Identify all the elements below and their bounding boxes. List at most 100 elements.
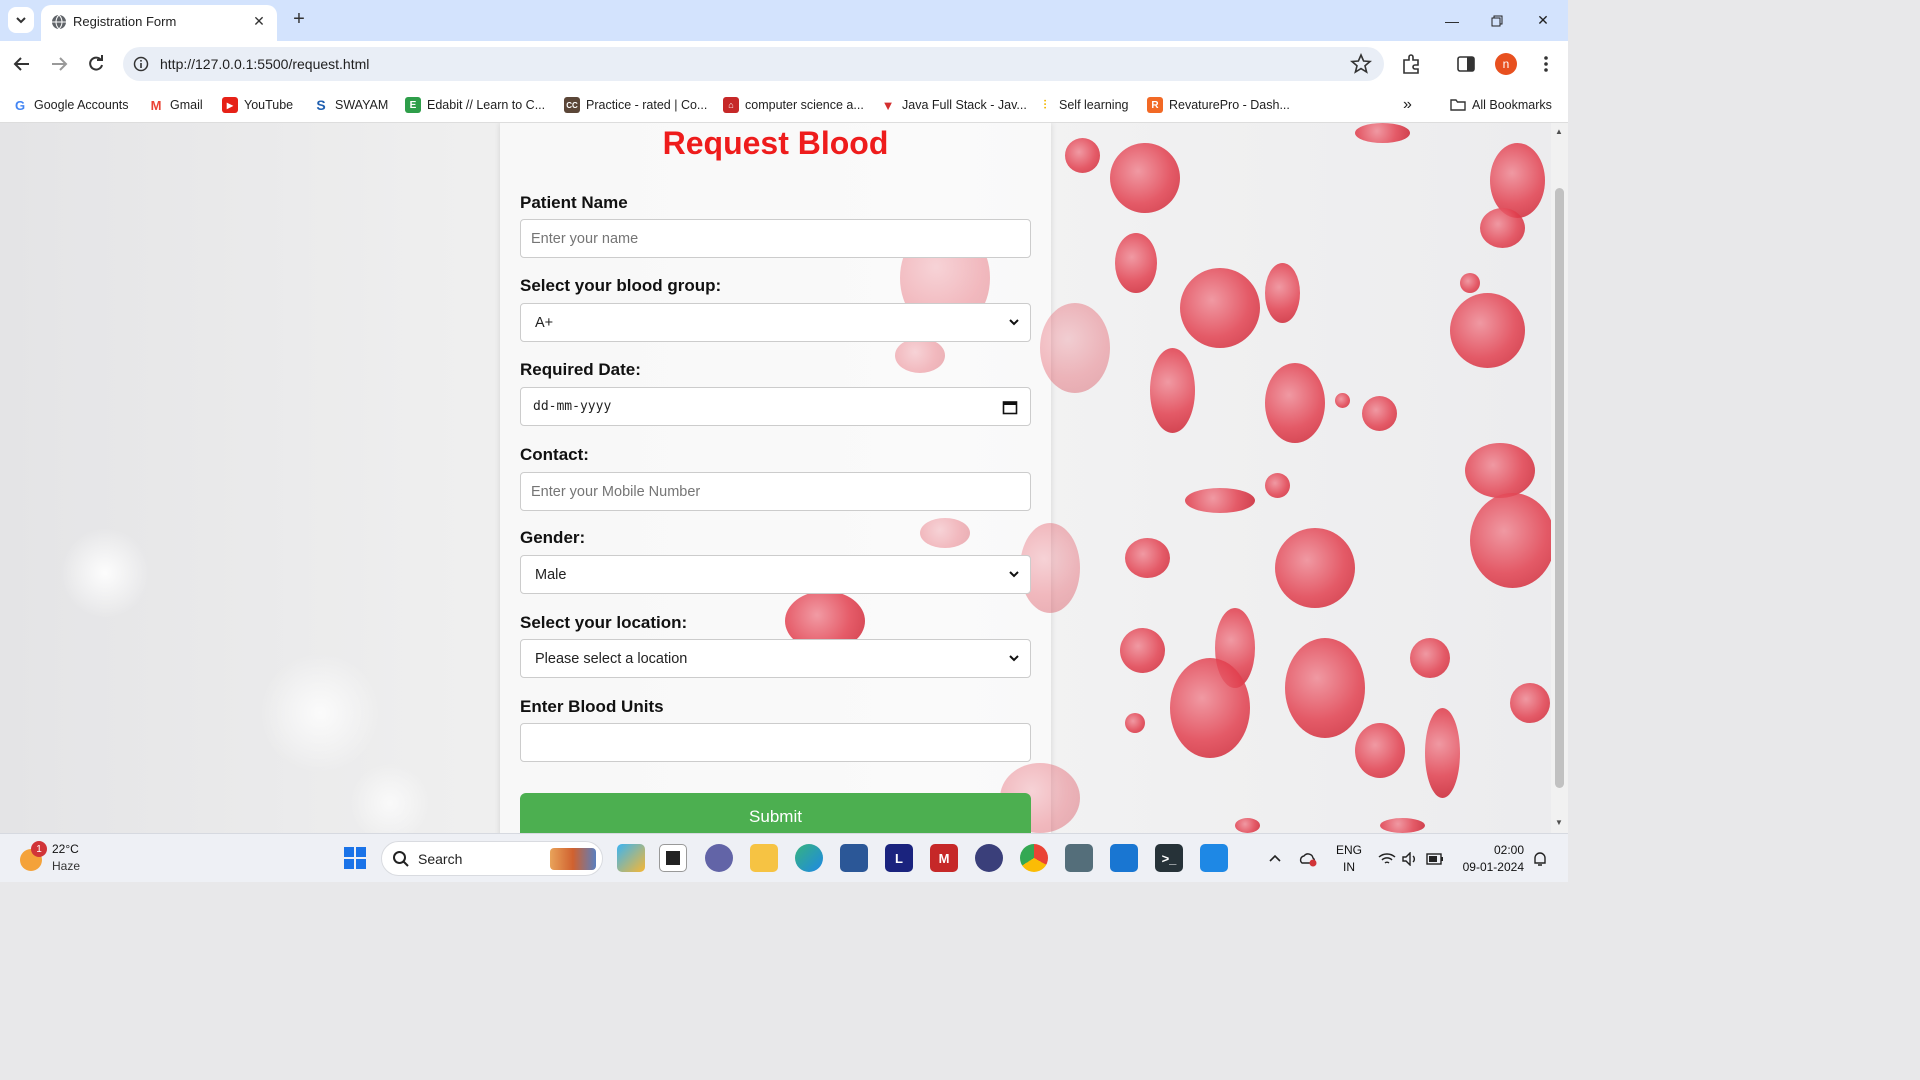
more-menu-icon[interactable]: [1535, 53, 1557, 75]
blood-cell-image: [1490, 143, 1545, 218]
close-window-button[interactable]: ✕: [1520, 0, 1566, 41]
scrollbar-thumb[interactable]: [1555, 188, 1564, 788]
bookmark-revaturepro[interactable]: R RevaturePro - Dash...: [1147, 95, 1290, 115]
notifications-bell-icon[interactable]: [1532, 834, 1548, 883]
teams-chat-icon[interactable]: [705, 844, 733, 872]
blood-cell-image: [1410, 638, 1450, 678]
bookmark-label: Practice - rated | Co...: [586, 98, 708, 112]
onedrive-icon[interactable]: [1298, 834, 1318, 883]
vscode-icon[interactable]: [1200, 844, 1228, 872]
chevron-down-icon: [1009, 655, 1019, 662]
bookmark-java-full-stack[interactable]: ▼ Java Full Stack - Jav...: [880, 95, 1027, 115]
close-tab-icon[interactable]: ✕: [249, 11, 269, 31]
blood-cell-image: [1125, 713, 1145, 733]
windows-start-icon[interactable]: [341, 844, 369, 872]
request-blood-form: Request Blood Patient Name Enter your na…: [500, 123, 1110, 833]
folder-icon: [1450, 99, 1466, 111]
sql-app-icon[interactable]: [1065, 844, 1093, 872]
profile-avatar[interactable]: n: [1495, 53, 1517, 75]
location-value: Please select a location: [535, 650, 688, 667]
volume-icon[interactable]: [1402, 834, 1418, 883]
gender-select[interactable]: Male: [520, 555, 1031, 594]
submit-button[interactable]: Submit: [520, 793, 1031, 833]
gmail-icon: M: [150, 97, 162, 113]
blood-cell-image: [1040, 303, 1110, 393]
chrome-icon[interactable]: [1020, 844, 1048, 872]
back-button[interactable]: [10, 52, 34, 76]
show-hidden-icons-button[interactable]: [1268, 834, 1282, 883]
side-panel-icon[interactable]: [1455, 53, 1477, 75]
bookmark-label: computer science a...: [745, 98, 864, 112]
blood-cell-image: [1285, 638, 1365, 738]
copilot-icon[interactable]: [617, 844, 645, 872]
page-scrollbar[interactable]: ▲ ▼: [1551, 123, 1568, 833]
gender-label: Gender:: [520, 528, 586, 547]
bookmark-gmail[interactable]: M Gmail: [148, 95, 203, 115]
tab-title: Registration Form: [73, 14, 177, 29]
address-bar[interactable]: http://127.0.0.1:5500/request.html: [123, 47, 1384, 81]
blood-cell-image: [1355, 723, 1405, 778]
bookmark-swayam[interactable]: S SWAYAM: [313, 95, 388, 115]
disk-app-icon[interactable]: [975, 844, 1003, 872]
swayam-icon: S: [316, 97, 326, 113]
battery-icon[interactable]: [1426, 834, 1444, 883]
system-clock[interactable]: 02:00 09-01-2024: [1458, 842, 1524, 876]
tab-registration-form[interactable]: Registration Form ✕: [41, 5, 277, 41]
file-explorer-icon[interactable]: [750, 844, 778, 872]
date-placeholder: dd-mm-yyyy: [533, 399, 612, 414]
scroll-up-arrow-icon[interactable]: ▲: [1555, 127, 1563, 136]
revature-icon: R: [1147, 97, 1163, 113]
terminal-icon[interactable]: >_: [1155, 844, 1183, 872]
contact-label: Contact:: [520, 445, 589, 464]
notepad-icon[interactable]: [1110, 844, 1138, 872]
all-bookmarks-button[interactable]: All Bookmarks: [1450, 95, 1552, 115]
url-text[interactable]: http://127.0.0.1:5500/request.html: [160, 56, 369, 72]
bookmark-label: Gmail: [170, 98, 203, 112]
codechef-icon: CC: [564, 97, 580, 113]
search-highlight-icon: [550, 848, 596, 870]
minimize-button[interactable]: —: [1429, 0, 1475, 41]
back-arrow-icon: [13, 57, 29, 71]
blood-group-select[interactable]: A+: [520, 303, 1031, 342]
blood-cell-image: [1362, 396, 1397, 431]
language-indicator[interactable]: ENG IN: [1334, 842, 1364, 876]
forward-button[interactable]: [47, 52, 71, 76]
bookmark-youtube[interactable]: ▶ YouTube: [222, 95, 293, 115]
more-bookmarks-button[interactable]: »: [1403, 95, 1412, 115]
bookmark-edabit[interactable]: E Edabit // Learn to C...: [405, 95, 545, 115]
chevron-down-icon: [16, 17, 26, 24]
bookmark-label: Google Accounts: [34, 98, 129, 112]
microsoft-store-icon[interactable]: [840, 844, 868, 872]
edge-browser-icon[interactable]: [795, 844, 823, 872]
new-tab-button[interactable]: +: [288, 8, 310, 30]
blood-units-input[interactable]: [520, 723, 1031, 762]
blood-cell-image: [1380, 818, 1425, 833]
file-explorer-preview-icon[interactable]: [659, 844, 687, 872]
contact-input[interactable]: Enter your Mobile Number: [520, 472, 1031, 511]
blood-cell-image: [1110, 143, 1180, 213]
notification-badge: 1: [31, 841, 47, 857]
scroll-down-arrow-icon[interactable]: ▼: [1555, 818, 1563, 827]
wifi-icon[interactable]: [1378, 834, 1396, 883]
site-info-icon[interactable]: [133, 56, 149, 72]
l-app-icon[interactable]: L: [885, 844, 913, 872]
all-bookmarks-label: All Bookmarks: [1472, 98, 1552, 112]
bookmark-computer-science[interactable]: ⌂ computer science a...: [723, 95, 864, 115]
patient-name-input[interactable]: Enter your name: [520, 219, 1031, 258]
blood-cell-image: [1450, 293, 1525, 368]
tab-search-button[interactable]: [8, 7, 34, 33]
extensions-icon[interactable]: [1400, 53, 1422, 75]
restore-button[interactable]: [1474, 0, 1520, 41]
calendar-icon[interactable]: [1002, 399, 1018, 415]
chevron-down-icon: [1009, 319, 1019, 326]
blood-cell-image: [1125, 538, 1170, 578]
bookmark-codechef[interactable]: CC Practice - rated | Co...: [564, 95, 707, 115]
bookmark-self-learning[interactable]: ⫶ Self learning: [1037, 95, 1128, 115]
required-date-input[interactable]: dd-mm-yyyy: [520, 387, 1031, 426]
reload-button[interactable]: [84, 52, 108, 76]
location-select[interactable]: Please select a location: [520, 639, 1031, 678]
mcafee-icon[interactable]: M: [930, 844, 958, 872]
bookmark-google-accounts[interactable]: G Google Accounts: [12, 95, 129, 115]
taskbar-search[interactable]: Search: [381, 841, 603, 876]
bookmark-star-icon[interactable]: [1350, 53, 1372, 75]
